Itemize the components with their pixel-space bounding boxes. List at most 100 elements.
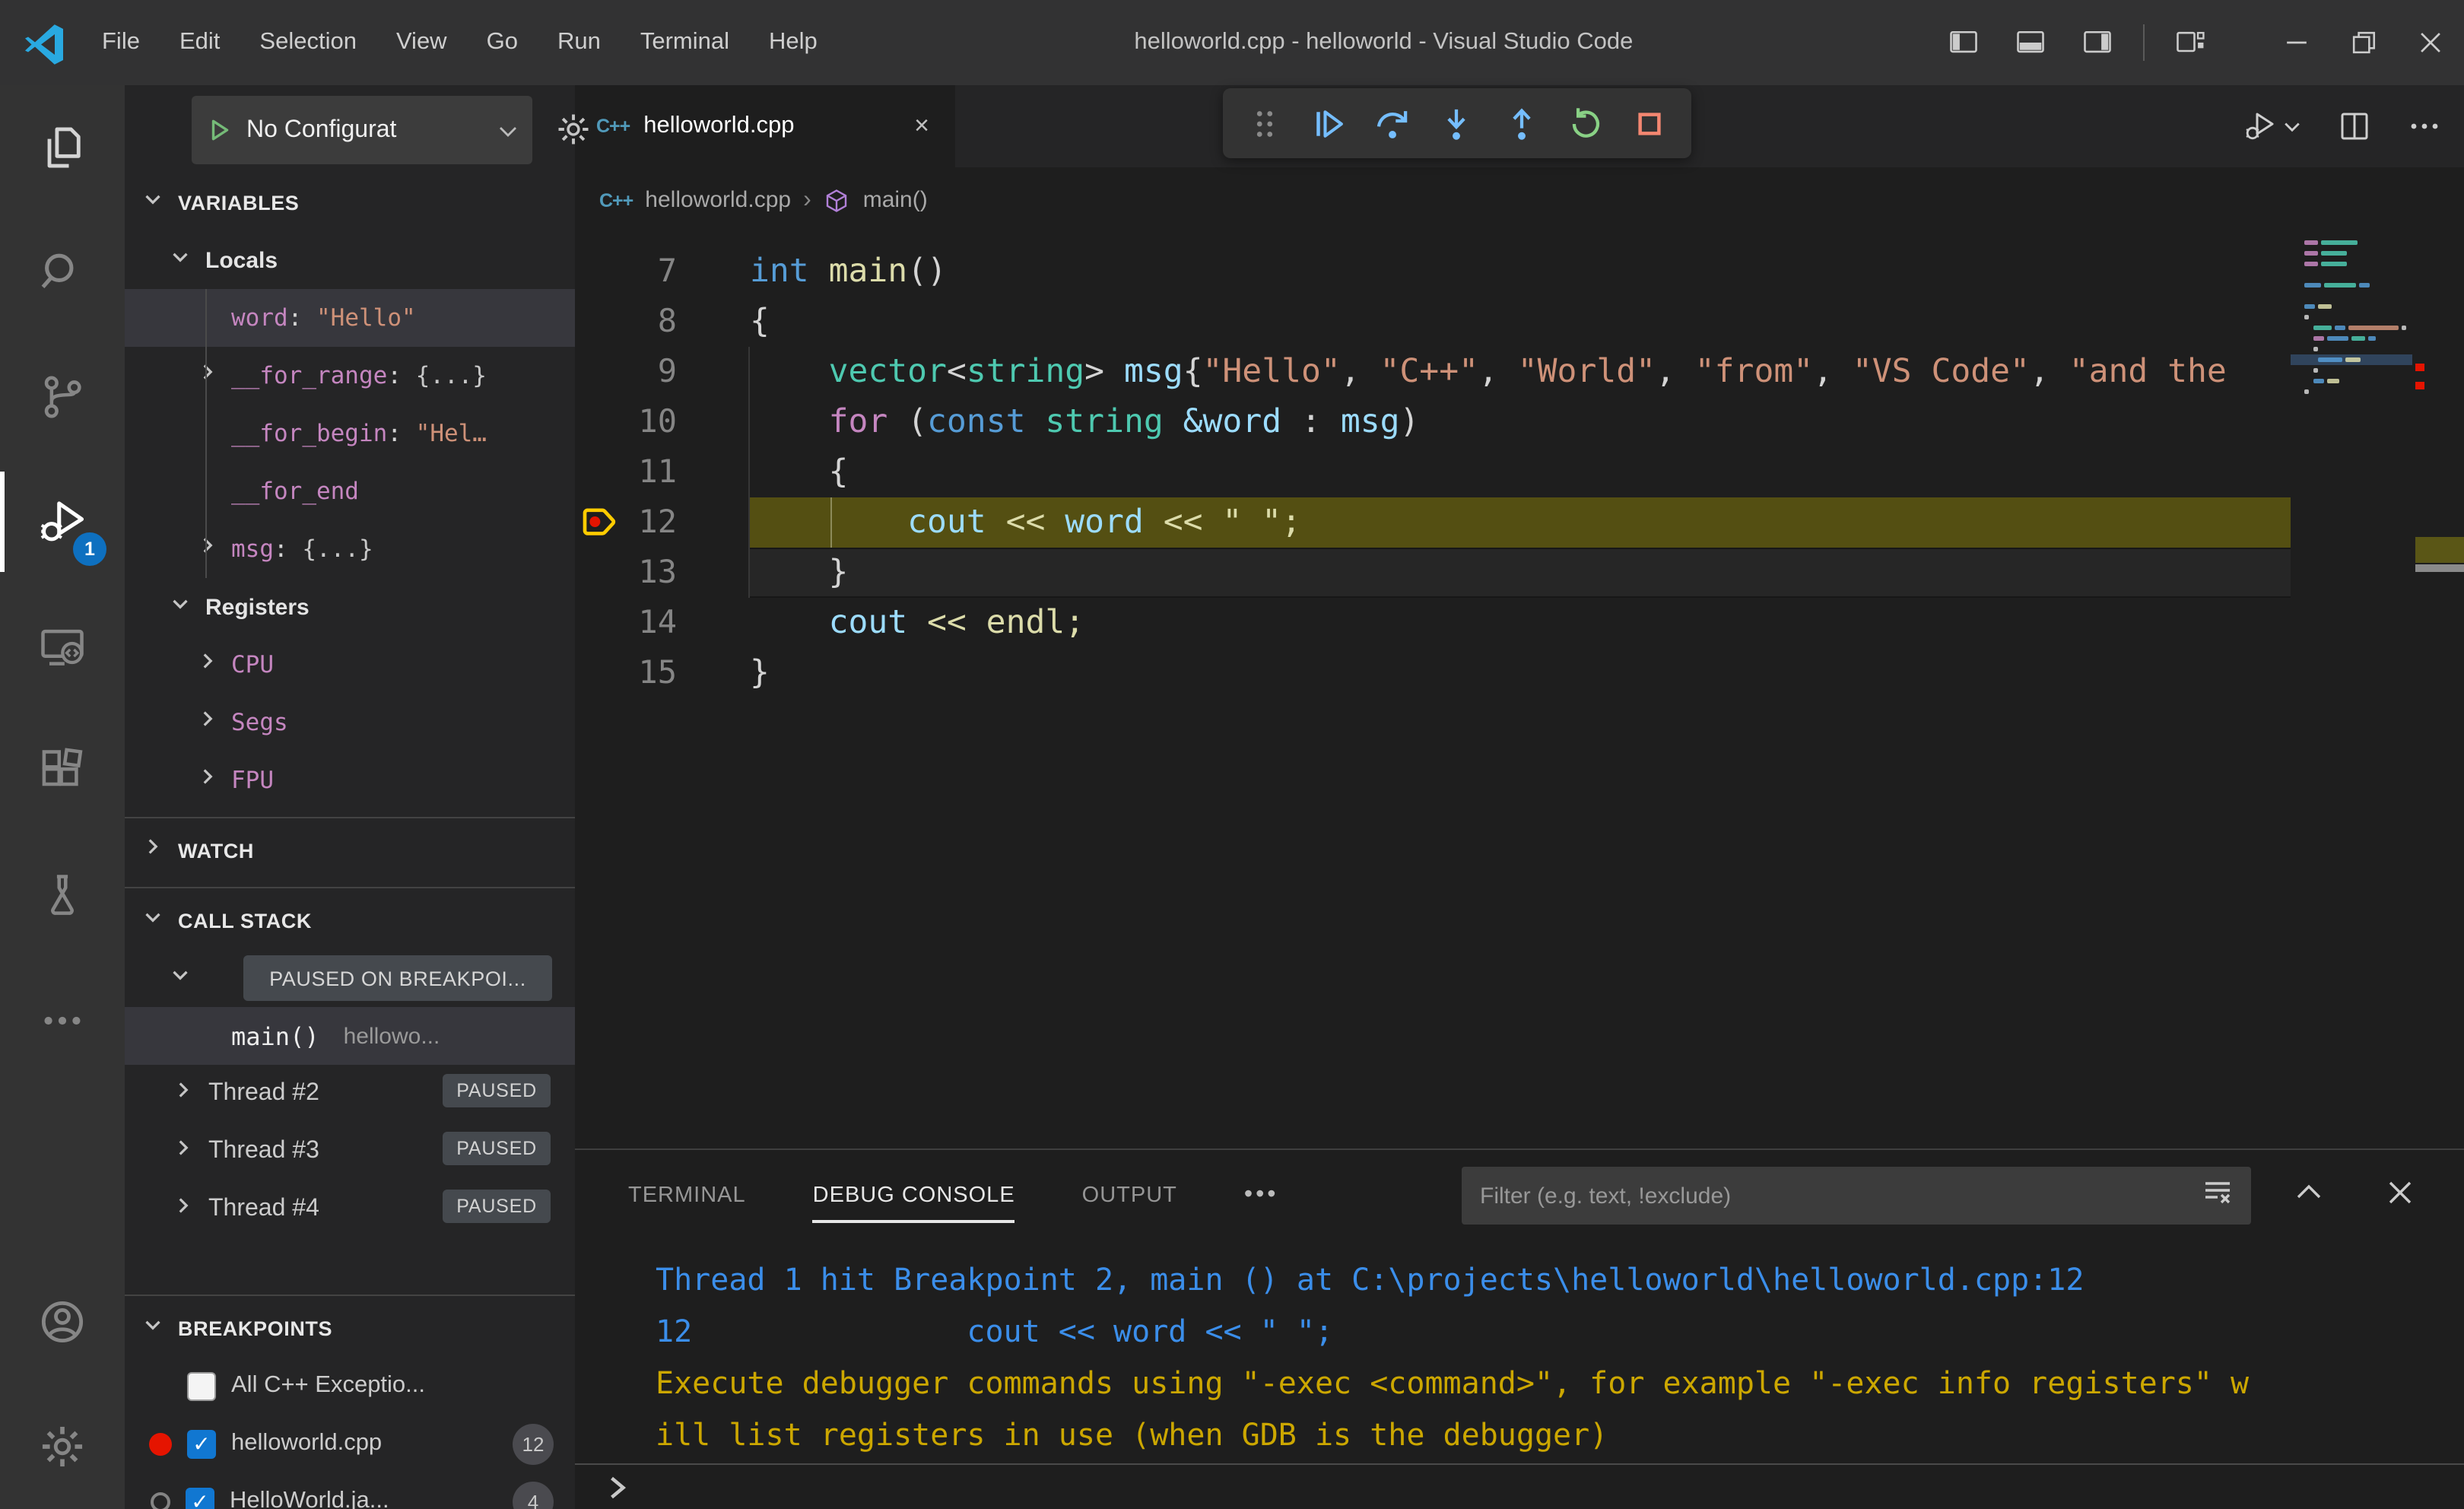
layout-sidebar-right-icon[interactable]	[2064, 0, 2131, 85]
menu-run[interactable]: Run	[538, 0, 621, 85]
activity-extensions[interactable]	[0, 709, 125, 834]
activity-remote-explorer[interactable]	[0, 584, 125, 709]
close-panel-icon[interactable]	[2382, 1174, 2418, 1218]
menu-help[interactable]: Help	[749, 0, 837, 85]
activity-source-control[interactable]	[0, 335, 125, 459]
register-group-segs[interactable]: Segs	[125, 694, 575, 751]
code-line-13[interactable]: 13 }	[575, 548, 2464, 598]
section-variables[interactable]: VARIABLES	[125, 173, 575, 231]
close-icon[interactable]	[2397, 0, 2464, 85]
menu-go[interactable]: Go	[467, 0, 538, 85]
variable-row-__for_begin[interactable]: __for_begin: "Hel…	[125, 405, 575, 462]
line-number[interactable]: 11	[575, 447, 677, 497]
line-number[interactable]: 7	[575, 246, 677, 297]
code-line-12[interactable]: 12 cout << word << " ";	[575, 497, 2464, 548]
section-breakpoints[interactable]: BREAKPOINTS	[125, 1299, 575, 1357]
register-group-cpu[interactable]: CPU	[125, 636, 575, 694]
run-or-debug-button[interactable]	[2242, 108, 2303, 145]
activity-explorer[interactable]	[0, 85, 125, 210]
layout-sidebar-left-icon[interactable]	[1930, 0, 1997, 85]
variable-row-__for_range[interactable]: __for_range: {...}	[125, 347, 575, 405]
debug-gear-icon[interactable]	[554, 110, 593, 149]
layout-panel-icon[interactable]	[1997, 0, 2064, 85]
start-debug-icon[interactable]	[207, 116, 233, 145]
menu-file[interactable]: File	[82, 0, 160, 85]
panel-tab-terminal[interactable]: TERMINAL	[628, 1150, 746, 1241]
line-number[interactable]: 8	[575, 297, 677, 347]
variable-row-__for_end[interactable]: __for_end	[125, 462, 575, 520]
debug-restart-button[interactable]	[1563, 100, 1608, 146]
line-number[interactable]: 15	[575, 648, 677, 698]
breakpoint-row-0[interactable]: All C++ Exceptio...	[125, 1357, 575, 1415]
panel-tab-debug-console[interactable]: DEBUG CONSOLE	[812, 1150, 1015, 1241]
menu-edit[interactable]: Edit	[160, 0, 240, 85]
activity-run-and-debug[interactable]: 1	[0, 459, 125, 584]
activity-more[interactable]	[0, 958, 125, 1083]
overview-ruler[interactable]	[2415, 233, 2464, 1148]
code-line-7[interactable]: 7 int main()	[575, 246, 2464, 297]
code-line-10[interactable]: 10 for (const string &word : msg)	[575, 397, 2464, 447]
tab-close-icon[interactable]: ×	[903, 111, 940, 141]
scope-registers-row[interactable]: Registers	[125, 578, 575, 636]
code-line-9[interactable]: 9 vector<string> msg{"Hello", "C++", "Wo…	[575, 347, 2464, 397]
code-line-11[interactable]: 11 {	[575, 447, 2464, 497]
thread-status-badge: PAUSED	[443, 1074, 551, 1107]
console-filter-input[interactable]: Filter (e.g. text, !exclude)	[1462, 1167, 2251, 1225]
line-number[interactable]: 13	[575, 548, 677, 598]
line-number[interactable]: 14	[575, 598, 677, 648]
customize-layout-icon[interactable]	[2157, 0, 2224, 85]
clear-console-icon[interactable]	[2199, 1174, 2236, 1218]
breakpoint-line-badge: 12	[513, 1423, 554, 1464]
console-prompt-icon[interactable]	[602, 1472, 633, 1503]
stack-frame-main[interactable]: main() hellowo...	[125, 1007, 575, 1065]
activity-testing[interactable]	[0, 834, 125, 958]
debug-continue-button[interactable]	[1306, 100, 1351, 146]
line-number[interactable]: 9	[575, 347, 677, 397]
breakpoint-unverified-icon	[151, 1492, 170, 1509]
restore-icon[interactable]	[2330, 0, 2397, 85]
thread-row-2[interactable]: Thread #2 PAUSED	[125, 1065, 575, 1123]
code-line-8[interactable]: 8{	[575, 297, 2464, 347]
breadcrumb-file[interactable]: helloworld.cpp	[645, 187, 791, 213]
activity-accounts[interactable]	[0, 1260, 125, 1384]
menu-view[interactable]: View	[376, 0, 467, 85]
maximize-panel-icon[interactable]	[2291, 1174, 2327, 1218]
debug-step-out-button[interactable]	[1499, 100, 1545, 146]
debug-step-over-button[interactable]	[1370, 100, 1415, 146]
breakpoint-row-1[interactable]: ✓ helloworld.cpp 12	[125, 1415, 575, 1472]
more-actions-icon[interactable]	[2406, 108, 2443, 145]
thread-row-3[interactable]: Thread #3 PAUSED	[125, 1123, 575, 1180]
breakpoint-row-2[interactable]: ✓ HelloWorld.ja... 4	[125, 1472, 575, 1509]
code-line-15[interactable]: 15}	[575, 648, 2464, 698]
code-line-6[interactable]: 6	[575, 233, 2464, 246]
breadcrumb-symbol[interactable]: main()	[863, 187, 928, 213]
code-editor[interactable]: 67int main()8{9 vector<string> msg{"Hell…	[575, 233, 2464, 1148]
debug-step-into-button[interactable]	[1434, 100, 1480, 146]
section-watch[interactable]: WATCH	[125, 821, 575, 879]
debug-stop-button[interactable]	[1627, 100, 1673, 146]
breakpoint-current-position-icon[interactable]	[579, 500, 622, 543]
line-number[interactable]: 10	[575, 397, 677, 447]
register-group-fpu[interactable]: FPU	[125, 751, 575, 809]
thread-1-row[interactable]: PAUSED ON BREAKPOI...	[125, 949, 575, 1007]
panel-tab-output[interactable]: OUTPUT	[1082, 1150, 1177, 1241]
line-number[interactable]: 6	[575, 233, 677, 246]
launch-config-dropdown[interactable]: No Configurat	[192, 96, 532, 164]
minimap[interactable]	[2291, 233, 2412, 1148]
scope-locals-row[interactable]: Locals	[125, 231, 575, 289]
split-editor-icon[interactable]	[2336, 108, 2373, 145]
debug-config-row: No Configurat	[125, 85, 589, 173]
menu-terminal[interactable]: Terminal	[621, 0, 749, 85]
variable-row-msg[interactable]: msg: {...}	[125, 520, 575, 578]
section-call-stack[interactable]: CALL STACK	[125, 891, 575, 949]
minimize-icon[interactable]	[2263, 0, 2330, 85]
menu-selection[interactable]: Selection	[240, 0, 376, 85]
activity-settings[interactable]	[0, 1384, 125, 1509]
thread-row-4[interactable]: Thread #4 PAUSED	[125, 1180, 575, 1238]
thread-status-badge: PAUSED	[443, 1132, 551, 1165]
tab-helloworld-cpp[interactable]: C++ helloworld.cpp ×	[575, 85, 955, 167]
panel-more-tabs-icon[interactable]: •••	[1244, 1182, 1279, 1209]
code-line-14[interactable]: 14 cout << endl;	[575, 598, 2464, 648]
variable-row-word[interactable]: word: "Hello"	[125, 289, 575, 347]
activity-search[interactable]	[0, 210, 125, 335]
